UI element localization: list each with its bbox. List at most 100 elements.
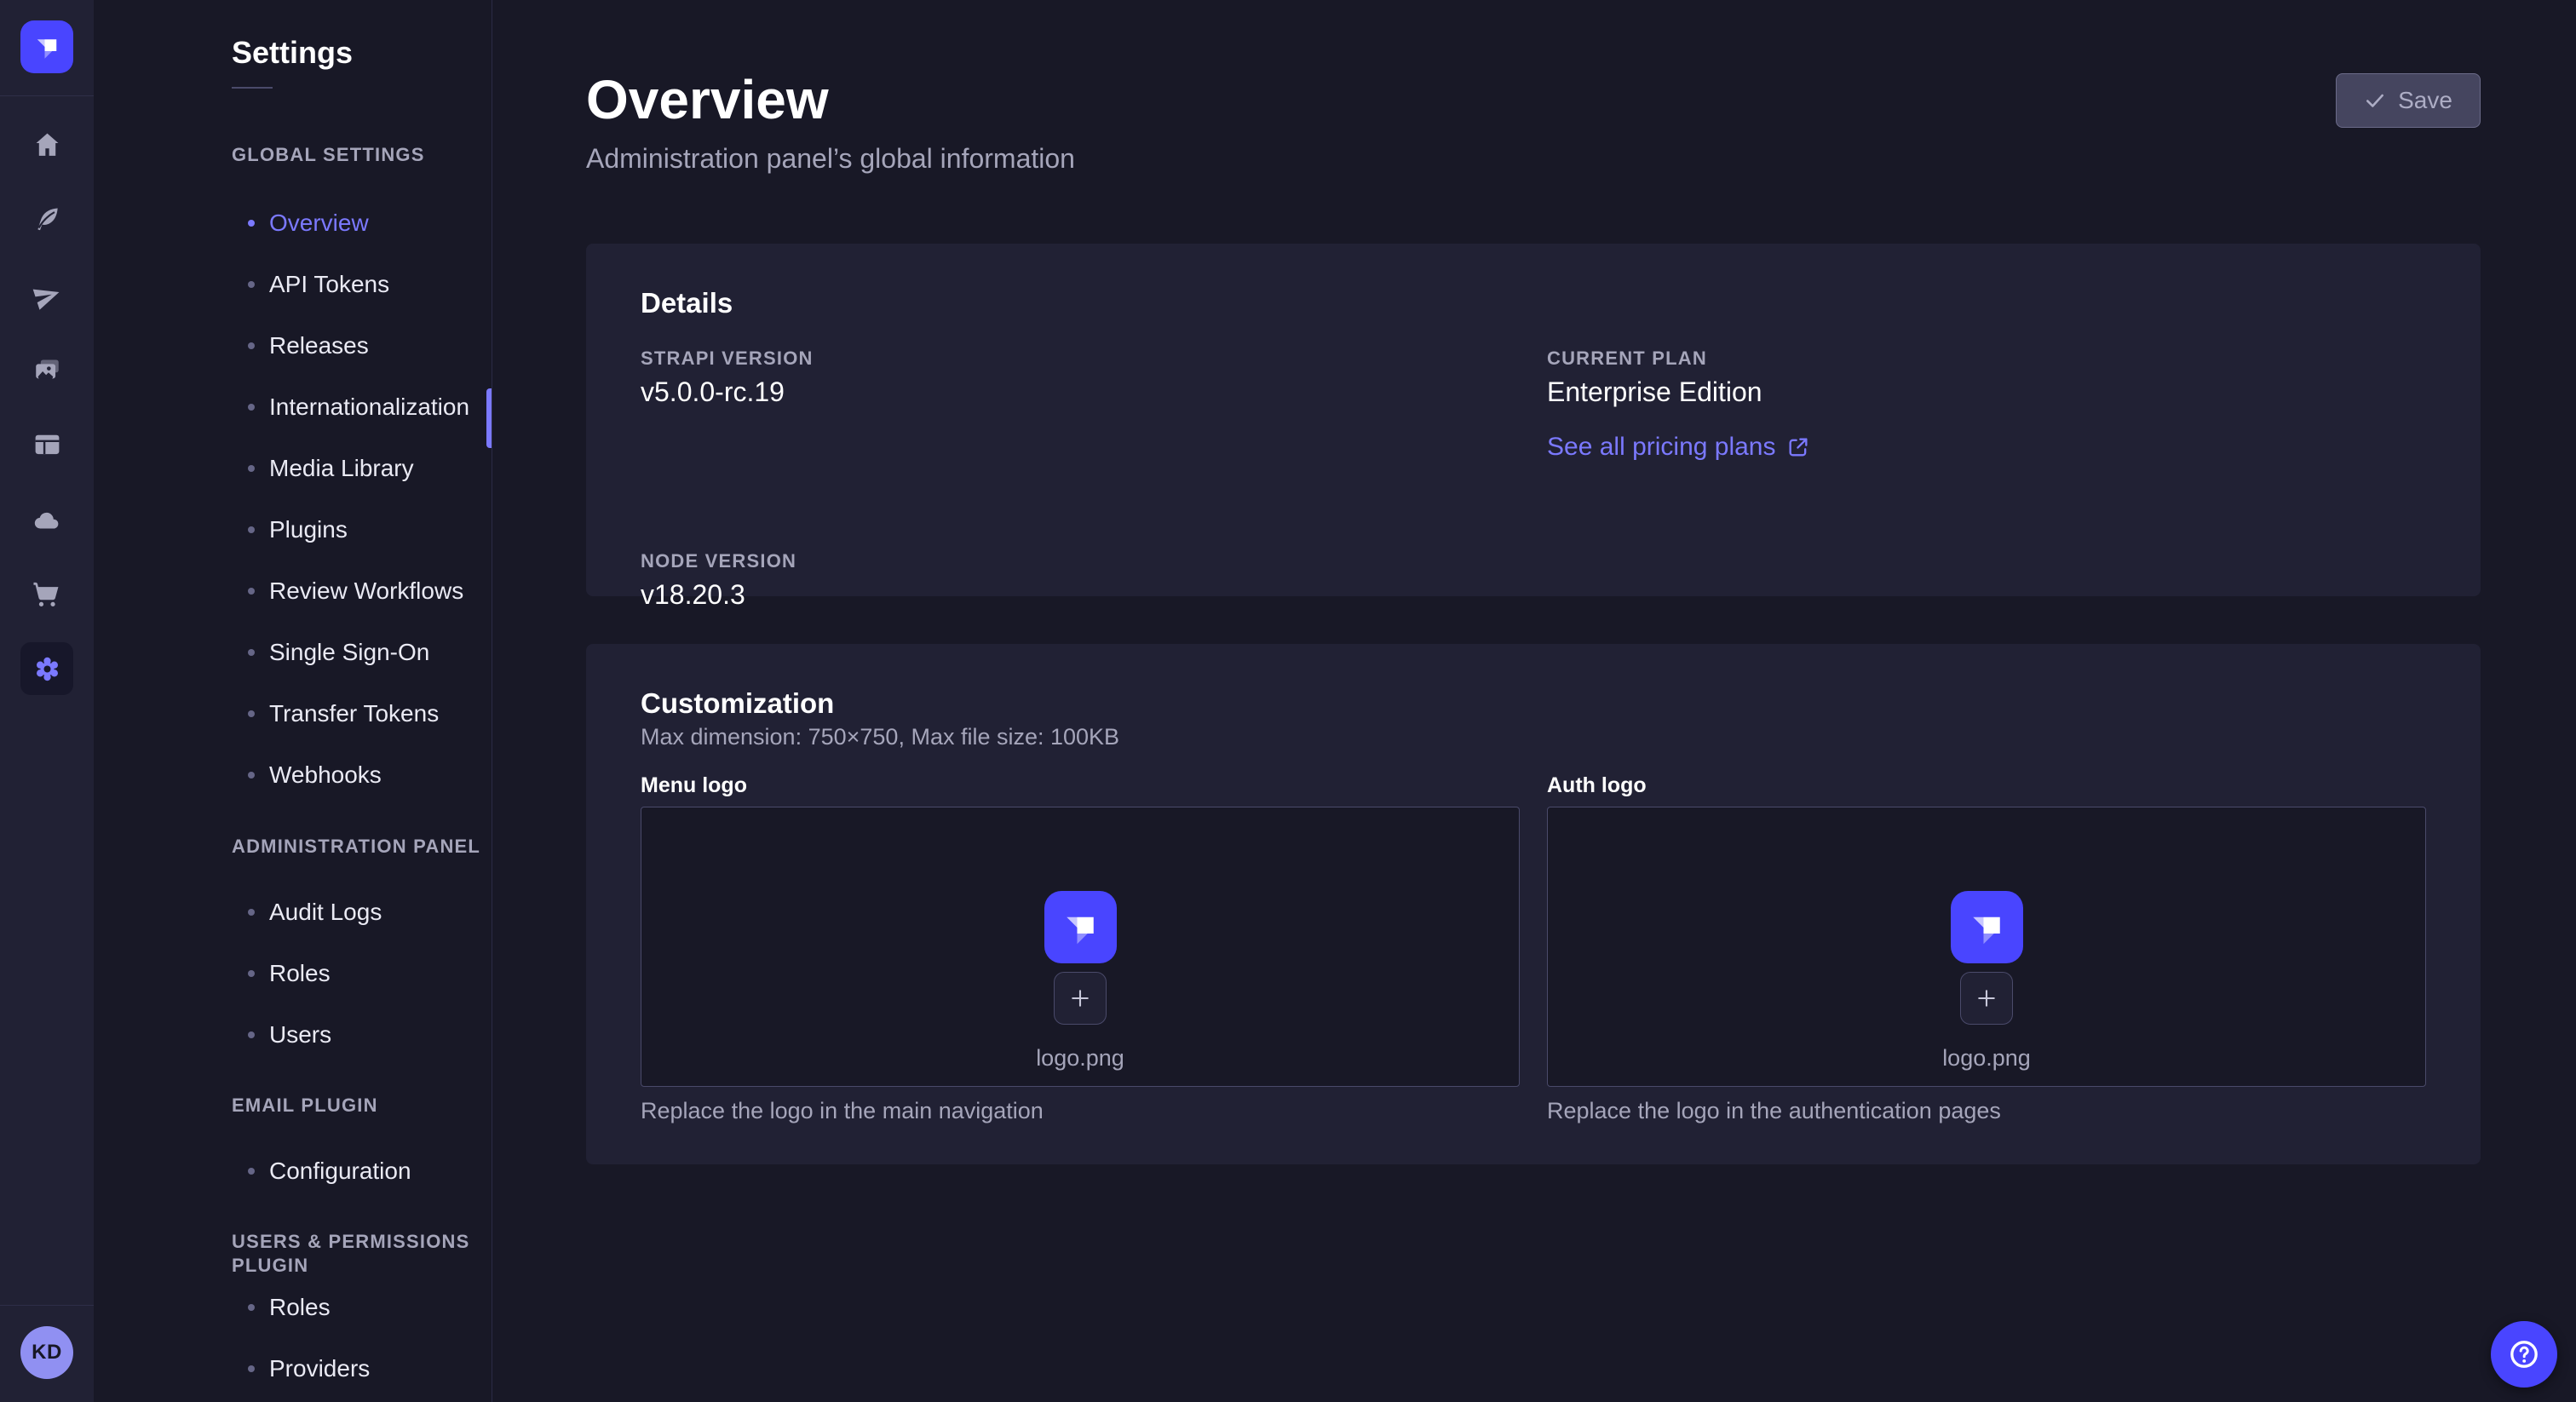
- nav-deploy-button[interactable]: [20, 493, 73, 546]
- sidebar-item-review-workflows[interactable]: Review Workflows: [94, 560, 492, 622]
- nav-media-library-button[interactable]: [20, 343, 73, 396]
- bullet-icon: [248, 526, 255, 533]
- menu-logo-add-button[interactable]: [1054, 972, 1107, 1025]
- rail-divider: [0, 95, 94, 96]
- sidebar-item-admin-roles[interactable]: Roles: [94, 943, 492, 1004]
- main-content: Overview Administration panel’s global i…: [493, 0, 2576, 1402]
- details-card-title: Details: [641, 288, 2426, 319]
- section-administration-panel: ADMINISTRATION PANEL: [232, 835, 492, 859]
- bullet-icon: [248, 1031, 255, 1038]
- bullet-icon: [248, 1365, 255, 1372]
- bullet-icon: [248, 342, 255, 349]
- bullet-icon: [248, 970, 255, 977]
- feather-icon: [32, 204, 63, 235]
- auth-logo-label: Auth logo: [1547, 773, 2426, 797]
- sidebar-item-email-configuration[interactable]: Configuration: [94, 1141, 492, 1202]
- menu-logo-label: Menu logo: [641, 773, 1520, 797]
- main-nav-rail: KD: [0, 0, 94, 1402]
- strapi-admin-app: KD Settings GLOBAL SETTINGS Overview API…: [0, 0, 2576, 1402]
- paper-plane-icon: [32, 280, 63, 312]
- subnav-title-divider: [232, 87, 273, 89]
- strapi-logo-icon: [30, 30, 64, 64]
- bullet-icon: [248, 649, 255, 656]
- bullet-icon: [248, 404, 255, 411]
- menu-logo-dropzone[interactable]: logo.png: [641, 807, 1520, 1087]
- sidebar-item-single-sign-on[interactable]: Single Sign-On: [94, 622, 492, 683]
- cloud-icon: [32, 504, 63, 536]
- menu-logo-preview: [1044, 891, 1117, 963]
- bullet-icon: [248, 220, 255, 227]
- strapi-version-field: STRAPI VERSION v5.0.0-rc.19: [641, 348, 1520, 462]
- bullet-icon: [248, 281, 255, 288]
- check-icon: [2364, 89, 2386, 112]
- save-button-label: Save: [2398, 87, 2452, 114]
- auth-logo-preview: [1951, 891, 2023, 963]
- external-link-icon: [1786, 435, 1810, 459]
- question-icon: [2506, 1336, 2542, 1372]
- sidebar-item-up-roles[interactable]: Roles: [94, 1277, 492, 1338]
- bullet-icon: [248, 909, 255, 916]
- sidebar-item-webhooks[interactable]: Webhooks: [94, 744, 492, 806]
- sidebar-item-plugins[interactable]: Plugins: [94, 499, 492, 560]
- layout-icon: [32, 428, 63, 460]
- nav-home-button[interactable]: [20, 118, 73, 171]
- current-plan-label: CURRENT PLAN: [1547, 348, 2426, 370]
- strapi-version-value: v5.0.0-rc.19: [641, 375, 1520, 409]
- user-avatar[interactable]: KD: [20, 1326, 73, 1379]
- bullet-icon: [248, 1168, 255, 1175]
- strapi-logo-button[interactable]: [20, 20, 73, 73]
- bullet-icon: [248, 465, 255, 472]
- bullet-icon: [248, 710, 255, 717]
- nav-content-type-builder-button[interactable]: [20, 417, 73, 470]
- sidebar-item-up-providers[interactable]: Providers: [94, 1338, 492, 1399]
- sidebar-item-internationalization[interactable]: Internationalization: [94, 376, 492, 438]
- sidebar-item-releases[interactable]: Releases: [94, 315, 492, 376]
- plus-icon: [1975, 986, 1998, 1010]
- subnav-title: Settings: [232, 34, 492, 72]
- page-subtitle: Administration panel’s global informatio…: [586, 143, 1075, 175]
- pricing-plans-link[interactable]: See all pricing plans: [1547, 433, 1810, 462]
- section-users-permissions-plugin: USERS & PERMISSIONS PLUGIN: [232, 1230, 492, 1254]
- bullet-icon: [248, 772, 255, 779]
- auth-logo-dropzone[interactable]: logo.png: [1547, 807, 2426, 1087]
- sidebar-item-overview[interactable]: Overview: [94, 192, 492, 254]
- cart-icon: [32, 578, 63, 610]
- nav-marketplace-button[interactable]: [20, 567, 73, 620]
- sidebar-item-transfer-tokens[interactable]: Transfer Tokens: [94, 683, 492, 744]
- sidebar-item-admin-users[interactable]: Users: [94, 1004, 492, 1066]
- auth-logo-caption: Replace the logo in the authentication p…: [1547, 1098, 2426, 1123]
- save-button[interactable]: Save: [2336, 73, 2481, 128]
- plus-icon: [1068, 986, 1092, 1010]
- menu-logo-caption: Replace the logo in the main navigation: [641, 1098, 1520, 1123]
- node-version-field: NODE VERSION v18.20.3: [641, 550, 1520, 612]
- strapi-logo-icon: [1056, 904, 1104, 951]
- help-button[interactable]: [2491, 1321, 2557, 1388]
- nav-settings-button[interactable]: [20, 642, 73, 695]
- rail-bottom-divider: [0, 1305, 94, 1306]
- gear-icon: [32, 653, 63, 685]
- home-icon: [32, 129, 63, 161]
- strapi-version-label: STRAPI VERSION: [641, 348, 1520, 370]
- auth-logo-add-button[interactable]: [1960, 972, 2013, 1025]
- sidebar-item-api-tokens[interactable]: API Tokens: [94, 254, 492, 315]
- avatar-initials: KD: [32, 1341, 62, 1365]
- sidebar-item-media-library[interactable]: Media Library: [94, 438, 492, 499]
- auth-logo-filename: logo.png: [1942, 1045, 2031, 1072]
- bullet-icon: [248, 588, 255, 595]
- strapi-logo-icon: [1963, 904, 2010, 951]
- nav-content-manager-button[interactable]: [20, 192, 73, 245]
- customization-card-title: Customization: [641, 688, 2426, 719]
- menu-logo-filename: logo.png: [1036, 1045, 1124, 1072]
- bullet-icon: [248, 1304, 255, 1311]
- section-email-plugin: EMAIL PLUGIN: [232, 1094, 492, 1118]
- pricing-plans-link-label: See all pricing plans: [1547, 433, 1776, 462]
- sidebar-item-audit-logs[interactable]: Audit Logs: [94, 882, 492, 943]
- node-version-value: v18.20.3: [641, 577, 1520, 612]
- customization-card: Customization Max dimension: 750×750, Ma…: [586, 644, 2481, 1164]
- nav-releases-button[interactable]: [20, 269, 73, 322]
- media-library-icon: [32, 354, 63, 386]
- details-card: Details STRAPI VERSION v5.0.0-rc.19 CURR…: [586, 244, 2481, 596]
- settings-subnav: Settings GLOBAL SETTINGS Overview API To…: [94, 0, 492, 1402]
- node-version-label: NODE VERSION: [641, 550, 1520, 572]
- current-plan-field: CURRENT PLAN Enterprise Edition See all …: [1547, 348, 2426, 462]
